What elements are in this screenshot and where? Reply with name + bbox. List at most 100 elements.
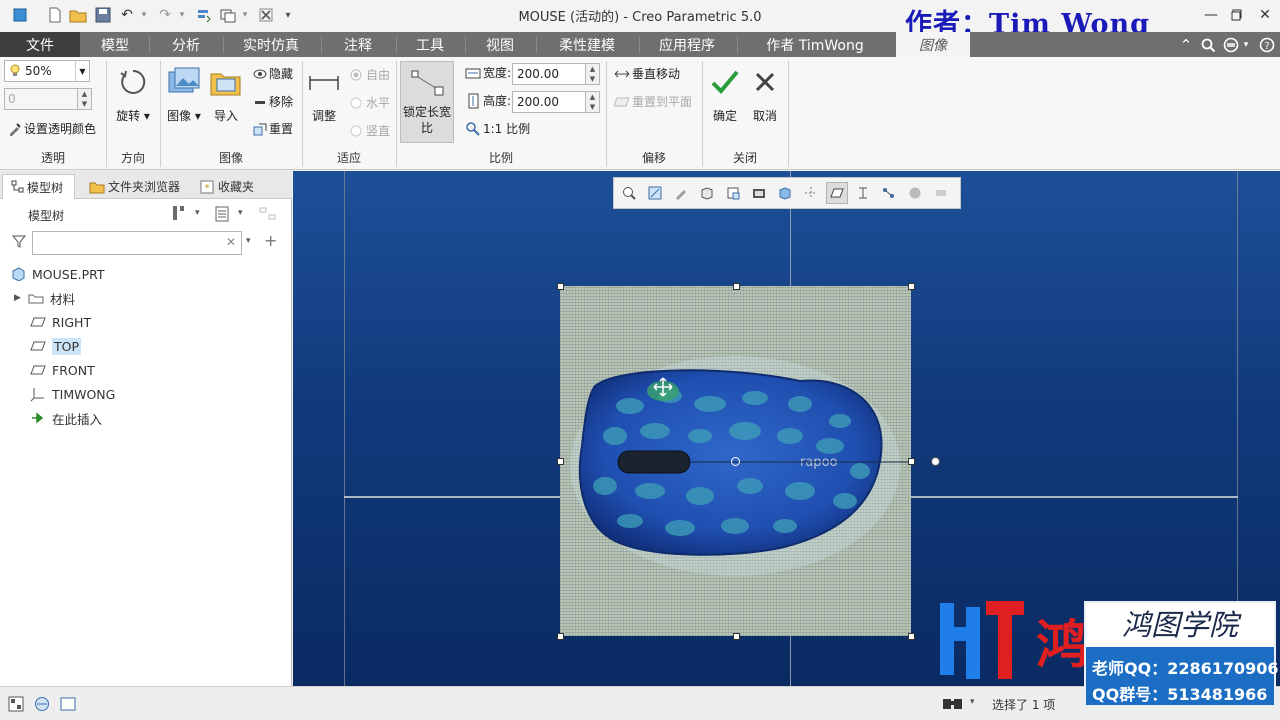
datum-display-icon[interactable] <box>800 182 822 204</box>
resize-handle[interactable] <box>733 283 740 290</box>
point-display-icon[interactable] <box>878 182 900 204</box>
tree-settings-dropdown-icon[interactable]: ▾ <box>195 208 200 218</box>
svg-text:?: ? <box>1264 41 1269 52</box>
tree-item-part[interactable]: MOUSE.PRT <box>10 263 105 285</box>
vertical-radio[interactable]: 竖直 <box>346 122 390 139</box>
horizontal-radio[interactable]: 水平 <box>346 94 390 111</box>
display-style-icon[interactable] <box>748 182 770 204</box>
tab-author[interactable]: 作者 TimWong <box>740 32 890 57</box>
transparency-spinner[interactable]: ▲ ▼ <box>78 88 92 110</box>
community-dropdown-icon[interactable]: ▾ <box>1240 34 1252 56</box>
tree-search-input[interactable]: ✕ <box>32 231 242 255</box>
tree-filter-list-icon[interactable] <box>214 206 230 222</box>
resize-handle[interactable] <box>908 633 915 640</box>
tab-live-simulation[interactable]: 实时仿真 <box>226 32 316 57</box>
zoom-area-icon[interactable] <box>644 182 666 204</box>
zoom-icon[interactable] <box>618 182 640 204</box>
tab-favorites[interactable]: * 收藏夹 <box>190 174 266 199</box>
axis-display-icon[interactable] <box>852 182 874 204</box>
tree-item-right[interactable]: RIGHT <box>30 311 91 333</box>
width-input[interactable]: 200.00 <box>512 63 586 85</box>
expand-arrow-icon[interactable]: ▶ <box>14 293 28 303</box>
lock-aspect-ratio-button[interactable]: 锁定长宽比 <box>400 61 454 143</box>
hide-button[interactable]: 隐藏 <box>251 65 293 82</box>
close-icon[interactable]: ✕ <box>1252 4 1278 26</box>
tab-image[interactable]: 图像 <box>896 32 970 57</box>
group-label-close: 关闭 <box>732 151 757 165</box>
clear-search-icon[interactable]: ✕ <box>226 235 236 249</box>
import-button[interactable]: 导入 <box>206 65 246 124</box>
collapse-ribbon-icon[interactable]: ⌃ <box>1176 34 1196 56</box>
vertical-move-button[interactable]: 垂直移动 <box>612 65 680 82</box>
view-cube-icon[interactable] <box>696 182 718 204</box>
resize-handle[interactable] <box>557 633 564 640</box>
one-to-one-scale-button[interactable]: 1:1 比例 <box>463 120 530 137</box>
community-icon[interactable] <box>1221 34 1241 56</box>
part-icon <box>10 266 26 282</box>
height-spinner[interactable]: ▲ ▼ <box>586 91 600 113</box>
tab-annotate[interactable]: 注释 <box>324 32 392 57</box>
tab-applications[interactable]: 应用程序 <box>642 32 732 57</box>
spin-center-icon[interactable] <box>930 182 952 204</box>
resize-handle[interactable] <box>908 458 915 465</box>
tab-flexible-modeling[interactable]: 柔性建模 <box>539 32 635 57</box>
reset-to-plane-button[interactable]: 重置到平面 <box>612 93 692 110</box>
tree-columns-icon[interactable] <box>259 206 279 222</box>
plane-display-icon[interactable] <box>826 182 848 204</box>
minus-icon <box>251 97 269 107</box>
add-icon[interactable]: + <box>264 231 277 250</box>
tree-item-front[interactable]: FRONT <box>30 359 95 381</box>
navigator-toggle-icon[interactable] <box>8 696 24 712</box>
group-label-image: 图像 <box>218 151 243 165</box>
tree-item-material[interactable]: ▶ 材料 <box>14 287 75 309</box>
tab-tools[interactable]: 工具 <box>399 32 461 57</box>
transparency-combo[interactable]: 50% ▼ <box>4 60 90 82</box>
tab-file[interactable]: 文件 <box>0 32 80 57</box>
tab-model-tree[interactable]: 模型树 <box>2 174 75 199</box>
search-dropdown-icon[interactable]: ▾ <box>246 236 251 246</box>
search-icon[interactable] <box>1198 34 1218 56</box>
width-spinner[interactable]: ▲ ▼ <box>586 63 600 85</box>
free-radio[interactable]: 自由 <box>346 66 390 83</box>
transparency-input[interactable]: 0 <box>4 88 78 110</box>
tree-item-top[interactable]: TOP <box>30 335 82 357</box>
ribbon-tab-bar: 文件 模型 分析 实时仿真 注释 工具 视图 柔性建模 应用程序 作者 TimW… <box>0 32 1280 57</box>
minimize-icon[interactable]: — <box>1198 4 1224 26</box>
browser-toggle-icon[interactable] <box>34 696 50 712</box>
tab-folder-browser[interactable]: 文件夹浏览器 <box>80 174 188 199</box>
resize-handle[interactable] <box>557 283 564 290</box>
transparency-dropdown-icon[interactable]: ▼ <box>75 61 89 81</box>
rotate-handle[interactable] <box>931 457 940 466</box>
tab-view[interactable]: 视图 <box>468 32 532 57</box>
tree-item-coordinate-system[interactable]: TIMWONG <box>30 383 115 405</box>
tab-analysis[interactable]: 分析 <box>152 32 220 57</box>
remove-button[interactable]: 移除 <box>251 93 293 110</box>
resize-handle[interactable] <box>908 283 915 290</box>
shaded-cube-icon[interactable] <box>774 182 796 204</box>
adjust-button[interactable]: 调整 <box>304 65 344 124</box>
height-input[interactable]: 200.00 <box>512 91 586 113</box>
resize-handle[interactable] <box>733 633 740 640</box>
ok-button[interactable]: 确定 <box>705 65 745 124</box>
center-point-handle[interactable] <box>731 457 740 466</box>
adjust-icon <box>307 65 341 99</box>
rotate-button[interactable]: 旋转 ▾ <box>108 65 158 124</box>
refit-icon[interactable] <box>670 182 692 204</box>
panel-tabs: 模型树 文件夹浏览器 * 收藏夹 <box>0 171 292 199</box>
reset-button[interactable]: 重置 <box>251 120 293 137</box>
image-button[interactable]: 图像 ▾ <box>162 65 206 124</box>
fullscreen-toggle-icon[interactable] <box>60 696 76 712</box>
cancel-button[interactable]: 取消 <box>745 65 785 124</box>
help-icon[interactable]: ? <box>1257 34 1277 56</box>
tree-settings-icon[interactable] <box>170 204 190 222</box>
resize-handle[interactable] <box>557 458 564 465</box>
tree-filter-dropdown-icon[interactable]: ▾ <box>238 208 243 218</box>
tab-model[interactable]: 模型 <box>84 32 146 57</box>
tree-item-insert-here[interactable]: 在此插入 <box>30 407 102 429</box>
graphics-toolbar <box>613 177 961 209</box>
saved-views-icon[interactable] <box>722 182 744 204</box>
filter-icon[interactable] <box>12 234 26 248</box>
annotation-display-icon[interactable] <box>904 182 926 204</box>
maximize-icon[interactable] <box>1224 4 1250 26</box>
set-transparent-color-button[interactable]: 设置透明颜色 <box>6 120 96 137</box>
